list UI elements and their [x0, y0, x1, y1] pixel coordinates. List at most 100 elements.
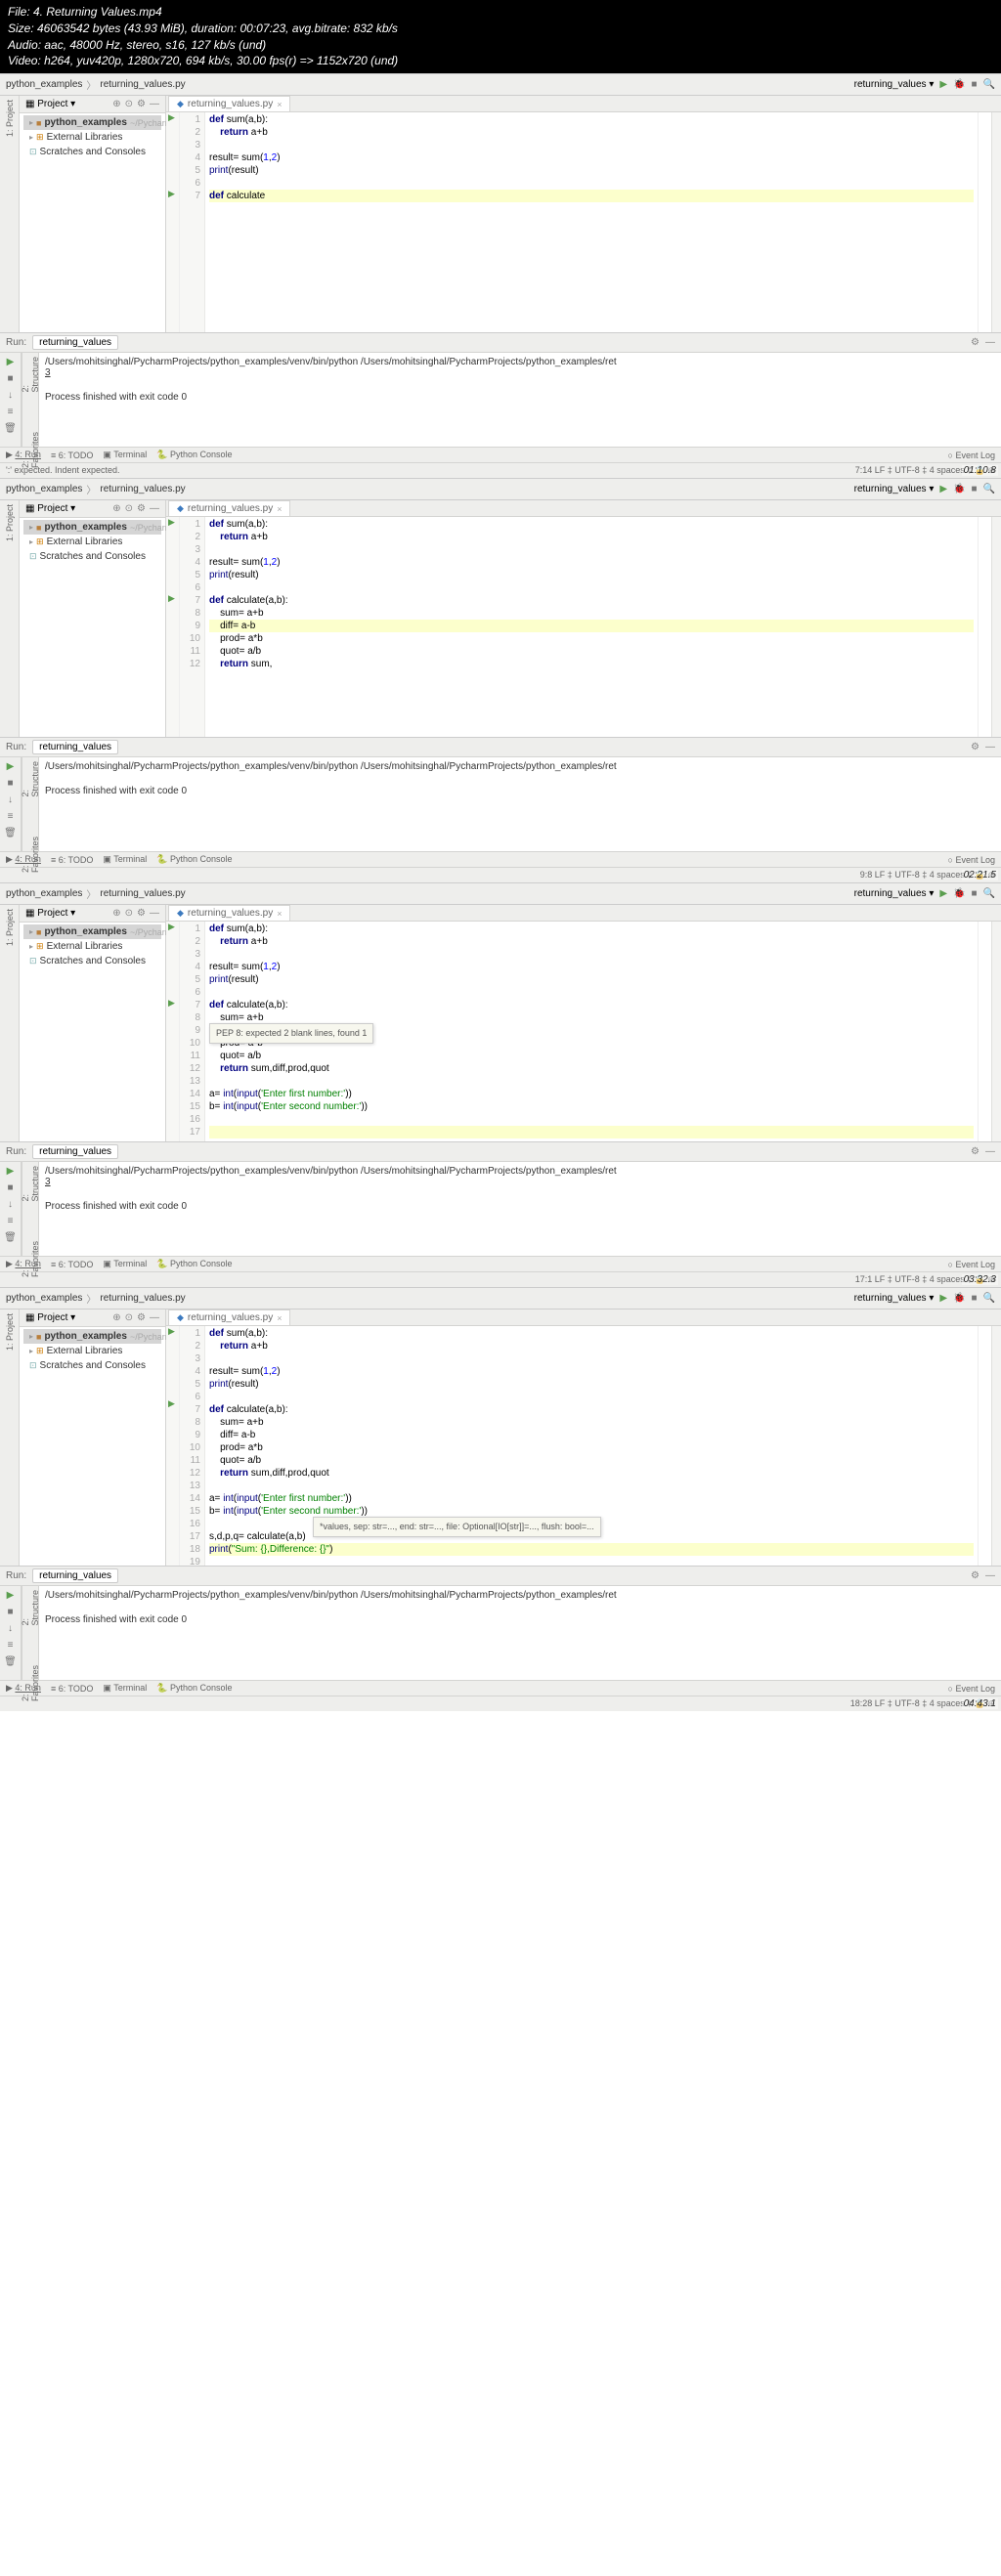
bc-project[interactable]: python_examples [6, 1293, 82, 1304]
scrollbar[interactable] [991, 112, 1001, 332]
rerun-button[interactable]: ▶ [7, 357, 15, 367]
tree-scratches[interactable]: ⊡Scratches and Consoles [23, 954, 161, 968]
tree-scratches[interactable]: ⊡Scratches and Consoles [23, 1358, 161, 1373]
hide-icon[interactable]: — [150, 908, 159, 919]
todo-tool-button[interactable]: ≡ 6: TODO [51, 1260, 93, 1269]
run-config-selector[interactable]: returning_values ▾ [854, 888, 935, 899]
todo-tool-button[interactable]: ≡ 6: TODO [51, 855, 93, 865]
run-tab[interactable]: returning_values [32, 1144, 118, 1159]
run-config-selector[interactable]: returning_values ▾ [854, 484, 935, 494]
code-text[interactable]: def sum(a,b): return a+bresult= sum(1,2)… [205, 112, 978, 332]
structure-tab[interactable]: 2: Structure [21, 761, 40, 797]
terminal-tool-button[interactable]: ▣ Terminal [103, 854, 147, 865]
down-icon[interactable]: ↓ [8, 390, 13, 401]
run-button[interactable]: ▶ [939, 484, 947, 494]
run-tab[interactable]: returning_values [32, 335, 118, 350]
minimize-icon[interactable]: — [985, 742, 995, 752]
locate-icon[interactable]: ⊙ [125, 503, 133, 514]
marker-bar[interactable] [978, 517, 991, 737]
tree-external-libs[interactable]: ▸⊞External Libraries [23, 130, 161, 145]
code-editor[interactable]: ▶▶ 123456789101112 def sum(a,b): return … [166, 517, 1001, 737]
search-button[interactable]: 🔍 [983, 484, 995, 494]
tree-scratches[interactable]: ⊡Scratches and Consoles [23, 549, 161, 564]
pyconsole-tool-button[interactable]: 🐍 Python Console [156, 450, 232, 460]
gear-icon[interactable]: ⚙ [971, 1146, 979, 1157]
close-icon[interactable]: × [277, 100, 282, 109]
code-editor[interactable]: ▶▶ 1234567 def sum(a,b): return a+bresul… [166, 112, 1001, 332]
hide-icon[interactable]: — [150, 1312, 159, 1323]
scrollbar[interactable] [991, 517, 1001, 737]
gear-icon[interactable]: ⚙ [971, 1570, 979, 1581]
project-tool-tab[interactable]: 1: Project [5, 100, 15, 137]
bc-file[interactable]: returning_values.py [100, 484, 185, 494]
event-log-button[interactable]: ○ Event Log [948, 1260, 995, 1269]
structure-tab[interactable]: 2: Structure [21, 1166, 40, 1202]
project-panel-title[interactable]: ▦ Project ▾ [25, 503, 112, 514]
marker-bar[interactable] [978, 112, 991, 332]
code-text[interactable]: def sum(a,b): return a+bresult= sum(1,2)… [205, 517, 978, 737]
trash-icon[interactable]: 🗑 [4, 828, 17, 838]
pyconsole-tool-button[interactable]: 🐍 Python Console [156, 1683, 232, 1694]
filter-icon[interactable]: ≡ [8, 1216, 14, 1226]
console-output[interactable]: /Users/mohitsinghal/PycharmProjects/pyth… [39, 1162, 1001, 1256]
code-editor[interactable]: ▶▶ 1234567891011121314151617181920 def s… [166, 1326, 1001, 1566]
search-button[interactable]: 🔍 [983, 1293, 995, 1304]
rerun-button[interactable]: ▶ [7, 761, 15, 772]
file-tab[interactable]: ◆returning_values.py× [168, 500, 290, 516]
marker-bar[interactable] [978, 1326, 991, 1566]
minimize-icon[interactable]: — [985, 1146, 995, 1157]
project-panel-title[interactable]: ▦ Project ▾ [25, 908, 112, 919]
tree-scratches[interactable]: ⊡Scratches and Consoles [23, 145, 161, 159]
run-tab[interactable]: returning_values [32, 1568, 118, 1583]
debug-button[interactable]: 🐞 [953, 1293, 965, 1304]
gear-icon[interactable]: ⚙ [137, 503, 146, 514]
gear-icon[interactable]: ⚙ [971, 742, 979, 752]
bc-project[interactable]: python_examples [6, 79, 82, 90]
rerun-button[interactable]: ▶ [7, 1590, 15, 1601]
tree-root[interactable]: ▸■python_examples ~/PycharmProjects/pyth… [23, 520, 161, 535]
run-gutter[interactable]: ▶▶ [166, 112, 180, 332]
file-tab[interactable]: ◆returning_values.py× [168, 1309, 290, 1325]
stop-button-2[interactable]: ■ [7, 1182, 13, 1193]
down-icon[interactable]: ↓ [8, 1199, 13, 1210]
console-output[interactable]: /Users/mohitsinghal/PycharmProjects/pyth… [39, 757, 1001, 851]
todo-tool-button[interactable]: ≡ 6: TODO [51, 451, 93, 460]
scrollbar[interactable] [991, 1326, 1001, 1566]
stop-button-2[interactable]: ■ [7, 373, 13, 384]
favorites-tab[interactable]: 2: Favorites [21, 837, 40, 873]
down-icon[interactable]: ↓ [8, 794, 13, 805]
file-tab[interactable]: ◆returning_values.py× [168, 96, 290, 111]
tree-external-libs[interactable]: ▸⊞External Libraries [23, 1344, 161, 1358]
run-tab[interactable]: returning_values [32, 740, 118, 754]
favorites-tab[interactable]: 2: Favorites [21, 1665, 40, 1701]
project-tool-tab[interactable]: 1: Project [5, 909, 15, 946]
search-button[interactable]: 🔍 [983, 888, 995, 899]
rerun-button[interactable]: ▶ [7, 1166, 15, 1177]
favorites-tab[interactable]: 2: Favorites [21, 432, 40, 468]
locate-icon[interactable]: ⊙ [125, 1312, 133, 1323]
bc-project[interactable]: python_examples [6, 484, 82, 494]
stop-button[interactable]: ■ [972, 888, 978, 899]
close-icon[interactable]: × [277, 909, 282, 919]
trash-icon[interactable]: 🗑 [4, 1232, 17, 1243]
todo-tool-button[interactable]: ≡ 6: TODO [51, 1684, 93, 1694]
close-icon[interactable]: × [277, 1313, 282, 1323]
console-output[interactable]: /Users/mohitsinghal/PycharmProjects/pyth… [39, 353, 1001, 447]
pyconsole-tool-button[interactable]: 🐍 Python Console [156, 1259, 232, 1269]
collapse-icon[interactable]: ⊕ [112, 503, 120, 514]
code-editor[interactable]: ▶▶ 1234567891011121314151617 def sum(a,b… [166, 922, 1001, 1141]
tree-root[interactable]: ▸■python_examples ~/PycharmProjects/pyth… [23, 924, 161, 939]
run-button[interactable]: ▶ [939, 1293, 947, 1304]
terminal-tool-button[interactable]: ▣ Terminal [103, 1683, 147, 1694]
tree-root[interactable]: ▸■python_examples ~/PycharmProjects/pyth… [23, 1329, 161, 1344]
favorites-tab[interactable]: 2: Favorites [21, 1241, 40, 1277]
run-gutter[interactable]: ▶▶ [166, 922, 180, 1141]
stop-button-2[interactable]: ■ [7, 1607, 13, 1617]
run-button[interactable]: ▶ [939, 79, 947, 90]
search-button[interactable]: 🔍 [983, 79, 995, 90]
locate-icon[interactable]: ⊙ [125, 99, 133, 109]
event-log-button[interactable]: ○ Event Log [948, 1684, 995, 1694]
debug-button[interactable]: 🐞 [953, 888, 965, 899]
run-button[interactable]: ▶ [939, 888, 947, 899]
minimize-icon[interactable]: — [985, 1570, 995, 1581]
